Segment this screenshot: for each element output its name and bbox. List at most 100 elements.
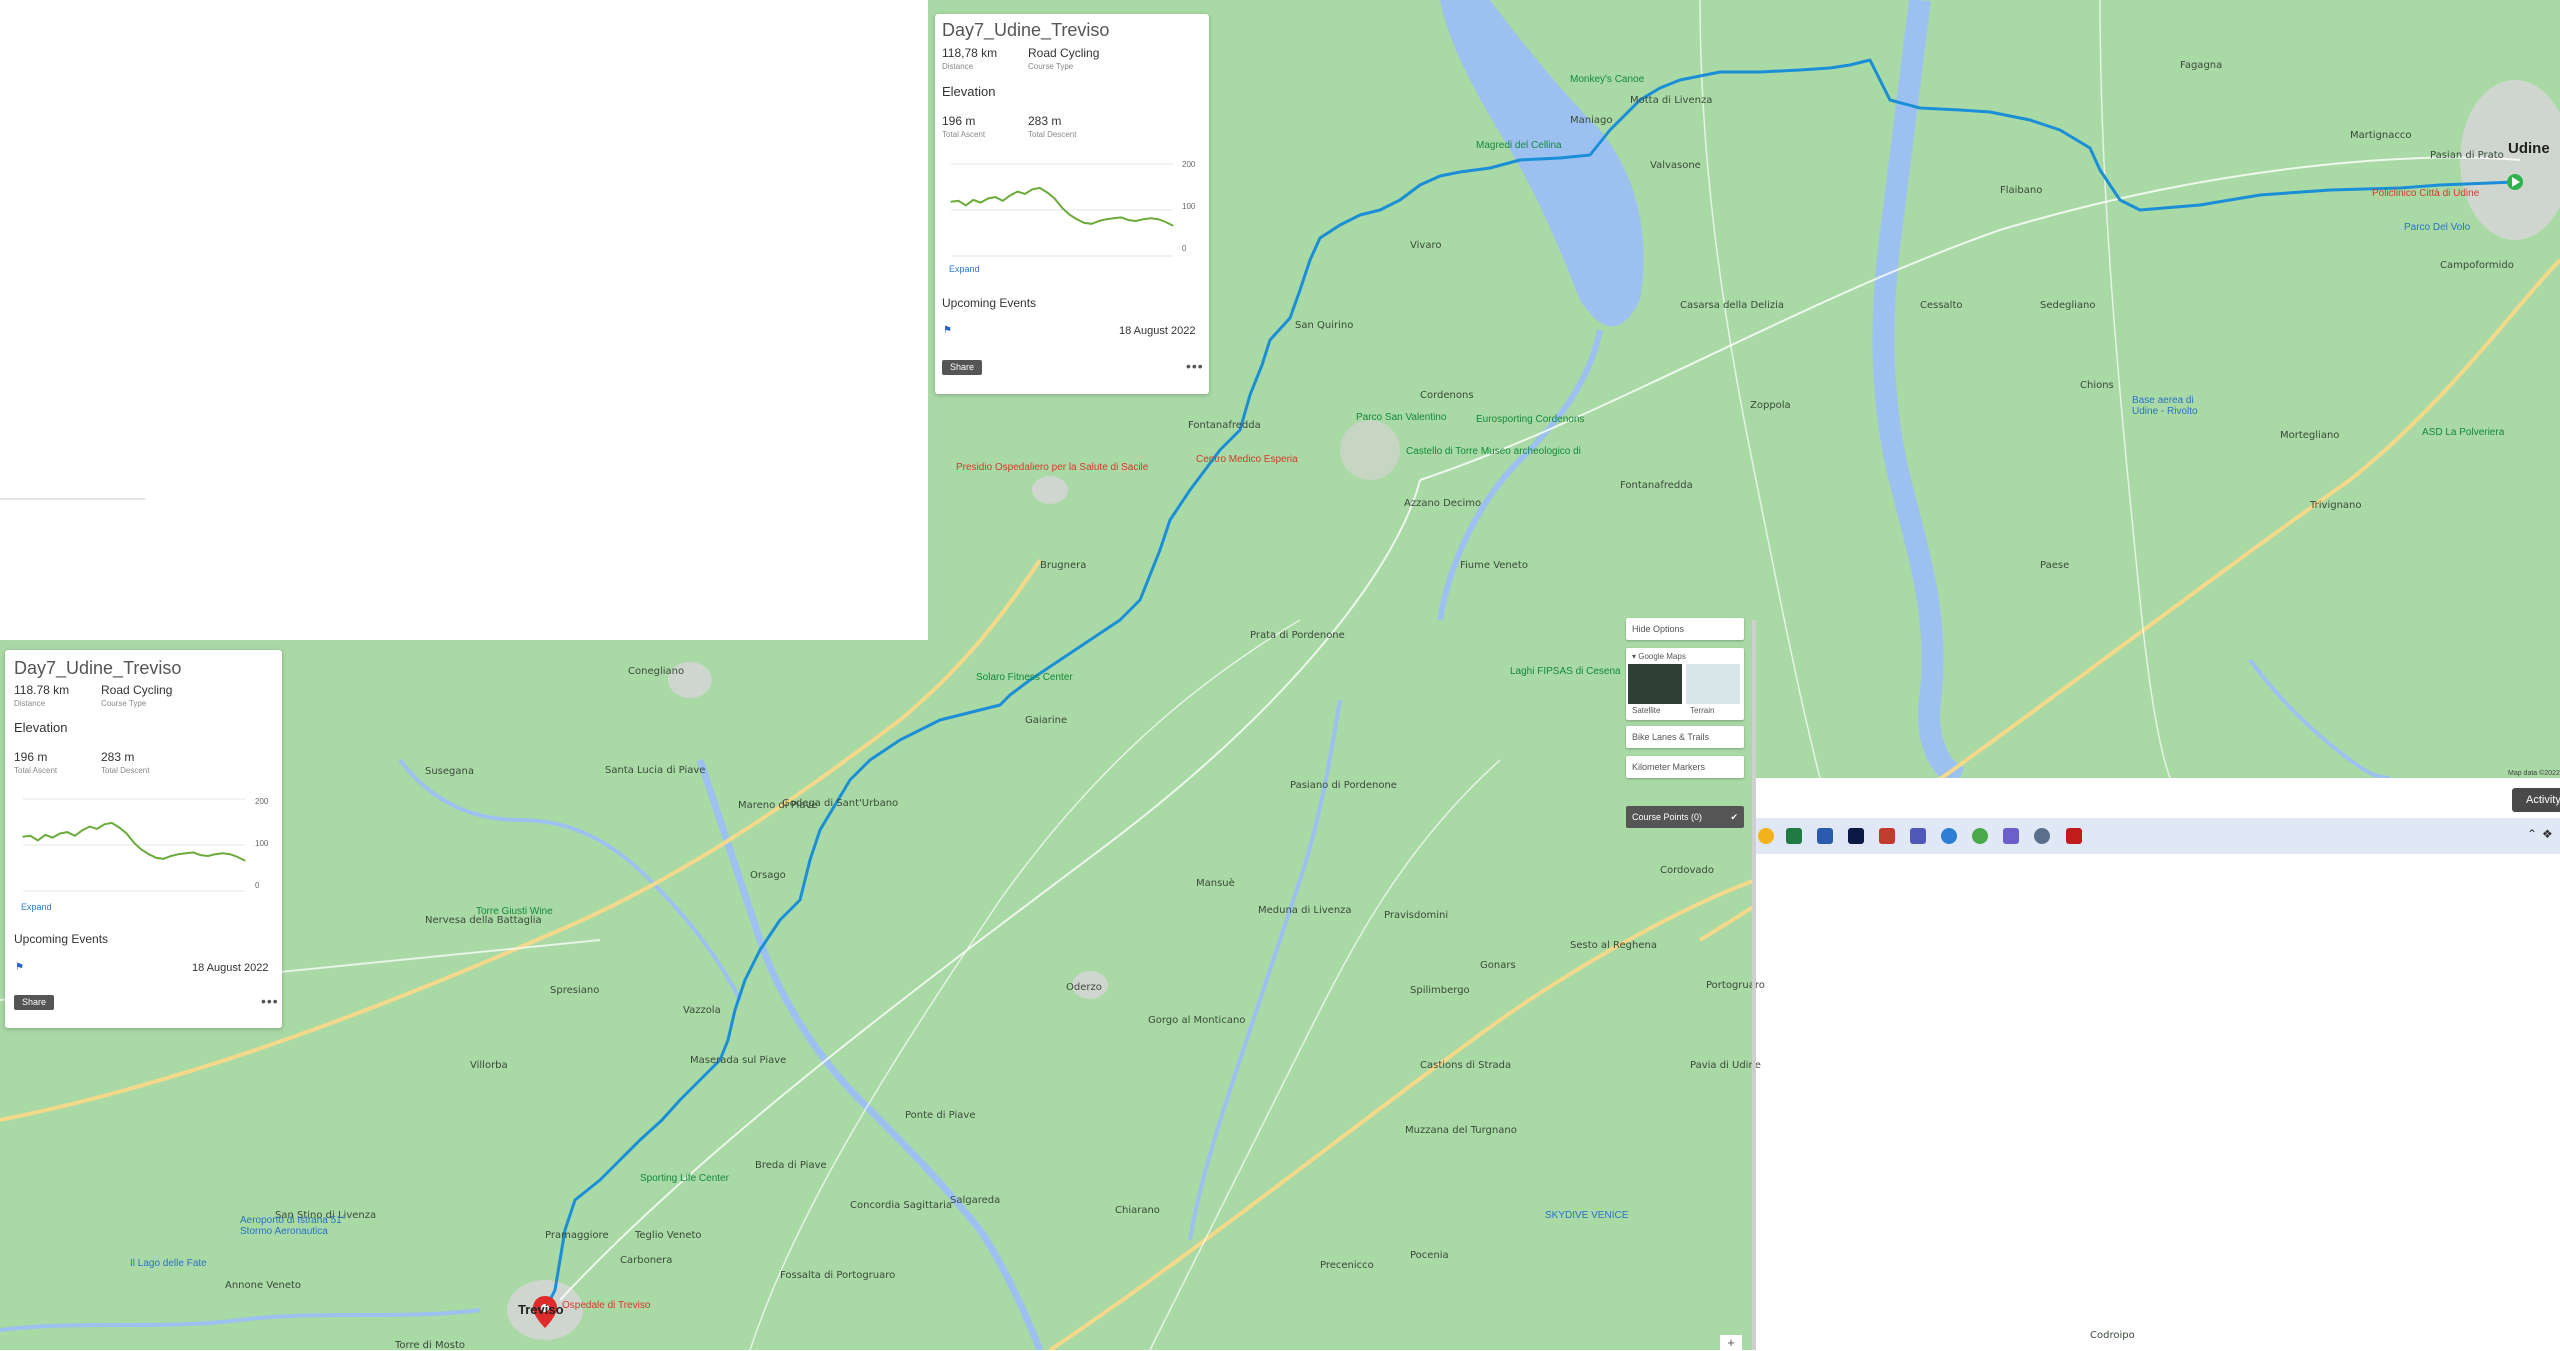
elevation-point <box>1091 223 1093 225</box>
town-label: Pramaggiore <box>545 1230 609 1241</box>
poi-base-aerea-udine[interactable]: Base aerea di Udine - Rivolto <box>2132 395 2202 417</box>
town-label: Salgareda <box>950 1195 1001 1206</box>
poi-laghi-fipsas[interactable]: Laghi FIPSAS di Cesena <box>1510 666 1621 677</box>
poi-asd-polveriera[interactable]: ASD La Polveriera <box>2422 427 2504 438</box>
elevation-point <box>950 201 952 203</box>
town-label: Mareno di Piave <box>738 800 818 811</box>
course-type-value: Road Cycling <box>101 683 173 697</box>
poi-hospital-treviso[interactable]: Ospedale di Treviso <box>562 1300 650 1311</box>
teams-icon[interactable] <box>1910 828 1926 844</box>
elevation-point <box>89 826 91 828</box>
elevation-point <box>994 196 996 198</box>
town-label: Pocenia <box>1410 1250 1449 1261</box>
town-label: Mansuè <box>1196 878 1235 889</box>
poi-parco-san-valentino[interactable]: Parco San Valentino <box>1356 412 1446 423</box>
taskbar: ⌃ ❖ <box>1756 818 2560 854</box>
flag-icon: ⚑ <box>15 962 24 973</box>
route-title[interactable]: Day7_Udine_Treviso <box>14 658 181 679</box>
elevation-chart[interactable] <box>947 160 1177 260</box>
expand-link[interactable]: Expand <box>21 902 52 912</box>
descent-label: Total Descent <box>1028 130 1077 139</box>
elevation-point <box>1061 207 1063 209</box>
satellite-option[interactable] <box>1628 664 1682 704</box>
elevation-point <box>1157 218 1159 220</box>
town-label: Fossalta di Portogruaro <box>780 1270 896 1281</box>
poi-skydive-venice[interactable]: SKYDIVE VENICE <box>1545 1210 1628 1221</box>
expand-link[interactable]: Expand <box>949 264 980 274</box>
more-options-button[interactable]: ••• <box>1186 358 1204 374</box>
app-icon[interactable] <box>1879 828 1895 844</box>
town-label: Vivaro <box>1410 240 1442 251</box>
settings-icon[interactable] <box>2034 828 2050 844</box>
elevation-point <box>1076 218 1078 220</box>
town-label: Pavia di Udine <box>1690 1060 1761 1071</box>
town-label: Breda di Piave <box>755 1160 827 1171</box>
poi-policlinico-udine[interactable]: Policlinico Città di Udine <box>2372 188 2479 199</box>
more-options-button[interactable]: ••• <box>261 993 279 1009</box>
bike-lanes-toggle[interactable]: Bike Lanes & Trails <box>1626 726 1744 748</box>
poi-castello-di-torre[interactable]: Castello di Torre Museo archeologico di <box>1406 446 1581 457</box>
word-icon[interactable] <box>1817 828 1833 844</box>
elevation-point <box>111 822 113 824</box>
poi-presidio-sacile[interactable]: Presidio Ospedaliero per la Salute di Sa… <box>956 462 1148 473</box>
elevation-point <box>140 849 142 851</box>
excel-icon[interactable] <box>1786 828 1802 844</box>
town-label: Gorgo al Monticano <box>1148 1015 1246 1026</box>
elevation-heading: Elevation <box>14 720 68 735</box>
chevron-up-icon[interactable]: ⌃ <box>2527 827 2537 841</box>
photoshop-icon[interactable] <box>1848 828 1864 844</box>
town-label: Susegana <box>425 766 474 777</box>
activity-button[interactable]: Activity <box>2512 788 2560 812</box>
elevation-point <box>957 200 959 202</box>
hide-options-button[interactable]: Hide Options <box>1626 618 1744 640</box>
elevation-line <box>950 186 1174 227</box>
dropbox-icon[interactable]: ❖ <box>2542 827 2553 841</box>
poi-monkeys-canoe[interactable]: Monkey's Canoe <box>1570 74 1644 85</box>
course-type-label: Course Type <box>1028 62 1074 71</box>
town-label: Codroipo <box>2090 1330 2135 1341</box>
town-label: Casarsa della Delizia <box>1680 300 1785 311</box>
filezilla-icon[interactable] <box>2066 828 2082 844</box>
poi-sporting-life[interactable]: Sporting Life Center <box>640 1173 729 1184</box>
course-points-toggle[interactable]: Course Points (0) ✔ <box>1626 806 1744 828</box>
poi-eurosporting[interactable]: Eurosporting Cordenons <box>1476 414 1584 425</box>
chart-tick: 200 <box>255 797 269 806</box>
blank-area-bottom-right <box>1756 778 2560 1350</box>
elevation-point <box>972 199 974 201</box>
chrome-icon[interactable] <box>1758 828 1774 844</box>
poi-solaro-fitness[interactable]: Solaro Fitness Center <box>976 672 1073 683</box>
town-label: Chions <box>2080 380 2114 391</box>
upcoming-events-heading: Upcoming Events <box>14 932 109 946</box>
town-label: Fiume Veneto <box>1460 560 1528 571</box>
town-label: Cessalto <box>1920 300 1963 311</box>
map-scrollbar[interactable] <box>1752 620 1756 1350</box>
poi-magredi[interactable]: Magredi del Cellina <box>1476 140 1562 151</box>
elevation-point <box>1120 216 1122 218</box>
poi-aeroporto-istrana[interactable]: Aeroporto di Istrana 51° Stormo Aeronaut… <box>240 1215 350 1237</box>
teams-icon-2[interactable] <box>2003 828 2019 844</box>
poi-parco-del-volo[interactable]: Parco Del Volo <box>2404 222 2470 233</box>
chart-tick: 200 <box>1182 160 1196 169</box>
km-markers-toggle[interactable]: Kilometer Markers <box>1626 756 1744 778</box>
event-date[interactable]: 18 August 2022 <box>1119 325 1195 337</box>
town-label: Meduna di Livenza <box>1258 905 1352 916</box>
town-label: Teglio Veneto <box>635 1230 702 1241</box>
poi-centro-medico[interactable]: Centro Medico Esperia <box>1196 454 1298 465</box>
town-label: Santa Lucia di Piave <box>605 765 706 776</box>
garmin-icon[interactable] <box>1941 828 1957 844</box>
poi-lago-fate[interactable]: Il Lago delle Fate <box>130 1258 207 1269</box>
share-button[interactable]: Share <box>14 995 54 1010</box>
elevation-chart[interactable] <box>19 795 249 895</box>
event-date[interactable]: 18 August 2022 <box>192 962 268 974</box>
course-type-label: Course Type <box>101 699 147 708</box>
zoom-in-button[interactable]: + <box>1720 1335 1742 1350</box>
poi-torre-giusti[interactable]: Torre Giusti Wine <box>476 906 553 917</box>
share-button[interactable]: Share <box>942 360 982 375</box>
spotify-icon[interactable] <box>1972 828 1988 844</box>
town-label: Flaibano <box>2000 185 2043 196</box>
elevation-point <box>177 853 179 855</box>
course-points-label: Course Points (0) <box>1632 812 1703 822</box>
town-label: Conegliano <box>628 666 685 677</box>
terrain-option[interactable] <box>1686 664 1740 704</box>
route-title[interactable]: Day7_Udine_Treviso <box>942 20 1109 41</box>
